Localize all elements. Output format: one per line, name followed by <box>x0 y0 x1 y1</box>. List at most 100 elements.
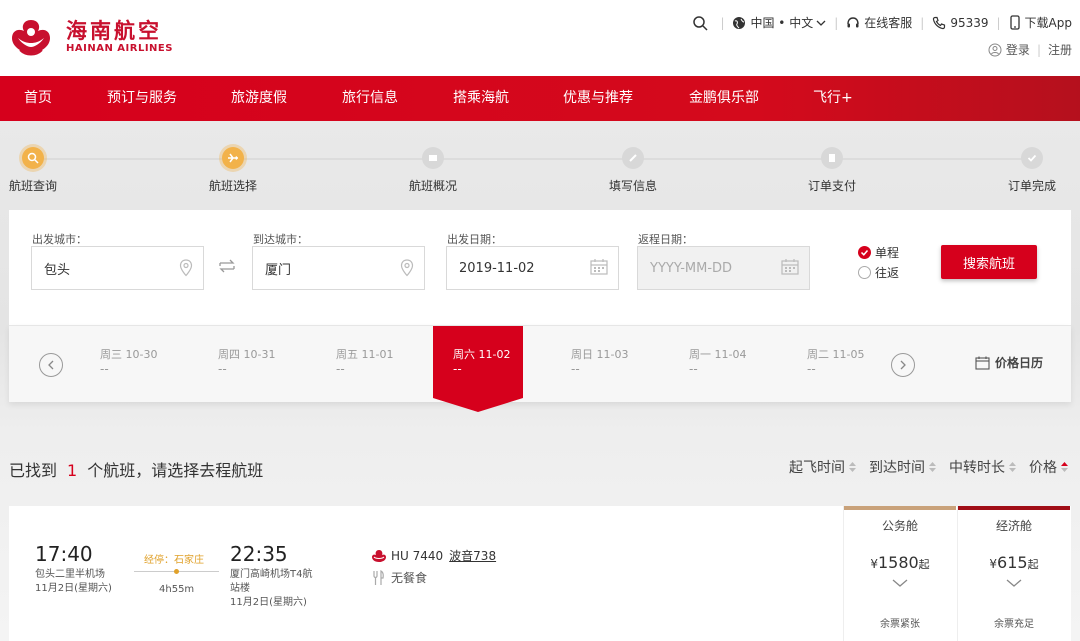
receipt-icon <box>829 154 835 162</box>
to-city-field[interactable]: 厦门 <box>252 246 425 290</box>
fare-economy[interactable]: 经济舱 ¥615起 余票充足 <box>957 506 1070 641</box>
chevron-left-icon <box>48 360 54 370</box>
nav-item-home[interactable]: 首页 <box>24 76 52 121</box>
round-trip-radio[interactable]: 往返 <box>858 264 899 281</box>
date-option[interactable]: 周日 11-03 -- <box>571 326 661 403</box>
chevron-right-icon <box>900 360 906 370</box>
chevron-down-icon[interactable] <box>1006 578 1022 588</box>
location-pin-icon <box>179 259 193 277</box>
date-option[interactable]: 周四 10-31 -- <box>218 326 308 403</box>
departure-time: 17:40 <box>35 542 93 566</box>
step-label: 订单支付 <box>807 179 856 193</box>
swap-cities-icon[interactable] <box>217 257 237 275</box>
phone-link[interactable]: 95339 <box>932 16 989 30</box>
sort-by-price[interactable]: 价格 <box>1029 457 1069 477</box>
sort-label: 中转时长 <box>949 460 1005 476</box>
phone-icon <box>933 16 946 29</box>
top-utility-bar: | 中国 • 中文 | 在线客服 | 95339 | 下载App <box>684 14 1072 31</box>
download-app-label: 下载App <box>1024 16 1072 30</box>
results-count: 1 <box>67 461 78 480</box>
aircraft-type-link[interactable]: 波音738 <box>449 547 496 564</box>
airline-logo-icon <box>372 549 386 562</box>
online-service-link[interactable]: 在线客服 <box>846 14 912 31</box>
nav-item-fly-hainan[interactable]: 搭乘海航 <box>453 76 509 121</box>
location-pin-icon <box>400 259 414 277</box>
region-selector[interactable]: 中国 • 中文 <box>732 14 826 31</box>
return-date-field[interactable]: YYYY-MM-DD <box>637 246 810 290</box>
one-way-radio[interactable]: 单程 <box>858 244 899 261</box>
step-indicator <box>622 147 644 169</box>
date-label: 周日 11-03 <box>571 348 629 361</box>
date-price: -- <box>807 362 816 376</box>
sort-by-transfer-time[interactable]: 中转时长 <box>949 457 1017 477</box>
depart-date-value: 2019-11-02 <box>459 260 535 276</box>
logo-text-en: HAINAN AIRLINES <box>66 43 173 54</box>
region-label: 中国 • 中文 <box>750 16 814 30</box>
currency-symbol: ¥ <box>870 557 878 571</box>
date-option[interactable]: 周五 11-01 -- <box>336 326 426 403</box>
selected-date-tab <box>433 326 523 412</box>
nav-item-offers[interactable]: 优惠与推荐 <box>563 76 633 121</box>
sort-arrows-icon <box>929 462 936 472</box>
fare-business[interactable]: 公务舱 ¥1580起 余票紧张 <box>843 506 956 641</box>
date-option[interactable]: 周二 11-05 -- <box>807 326 897 403</box>
login-link[interactable]: 登录 <box>1006 41 1030 58</box>
sort-label: 起飞时间 <box>789 460 845 476</box>
search-icon <box>27 152 39 164</box>
online-service-label: 在线客服 <box>864 16 913 30</box>
step-order-complete: 订单完成 <box>992 147 1072 194</box>
plane-icon <box>228 153 238 163</box>
date-price: -- <box>100 362 109 376</box>
depart-date-label: 出发日期： <box>447 233 502 246</box>
sort-by-arrival[interactable]: 到达时间 <box>869 457 937 477</box>
step-label: 航班概况 <box>408 179 457 193</box>
logo[interactable]: 海南航空 HAINAN AIRLINES <box>8 16 173 58</box>
fare-color-bar <box>958 506 1070 510</box>
next-dates-button[interactable] <box>891 353 915 377</box>
divider: | <box>920 15 925 30</box>
to-city-label: 到达城市： <box>253 233 308 246</box>
nav-item-travel-info[interactable]: 旅行信息 <box>342 76 398 121</box>
date-option[interactable]: 周三 10-30 -- <box>100 326 190 403</box>
sort-arrows-icon <box>849 462 856 472</box>
pencil-icon <box>629 154 637 162</box>
main-nav: 首页 预订与服务 旅游度假 旅行信息 搭乘海航 优惠与推荐 金鹏俱乐部 飞行+ <box>0 76 1080 121</box>
stopover-label: 经停：石家庄 <box>144 555 204 566</box>
date-label: 周四 10-31 <box>218 348 276 361</box>
arrival-date: 11月2日(星期六) <box>230 597 307 608</box>
fare-amount: 615 <box>997 553 1028 572</box>
step-order-payment: 订单支付 <box>792 147 872 194</box>
fare-class: 经济舱 <box>995 519 1032 533</box>
radio-unchecked-icon <box>858 266 871 279</box>
step-indicator <box>821 147 843 169</box>
nav-item-booking-services[interactable]: 预订与服务 <box>107 76 177 121</box>
fare-price: ¥1580起 <box>844 553 956 572</box>
flight-result-card[interactable]: 17:40 包头二里半机场 11月2日(星期六) 经停：石家庄 4h55m 22… <box>9 506 1071 641</box>
flight-search-form: 出发城市： 包头 到达城市： 厦门 出发日期： 2019-11-02 返程日期：… <box>9 210 1071 325</box>
nav-item-holidays[interactable]: 旅游度假 <box>231 76 287 121</box>
search-icon[interactable] <box>692 15 712 31</box>
date-label: 周二 11-05 <box>807 348 865 361</box>
return-date-placeholder: YYYY-MM-DD <box>650 260 733 276</box>
sort-label: 到达时间 <box>869 460 925 476</box>
from-suffix: 起 <box>918 558 930 571</box>
date-option[interactable]: 周一 11-04 -- <box>689 326 779 403</box>
progress-line <box>34 158 1034 160</box>
prev-dates-button[interactable] <box>39 353 63 377</box>
download-app-link[interactable]: 下载App <box>1009 14 1072 31</box>
divider: | <box>996 15 1001 30</box>
date-option-selected[interactable]: 周六 11-02 -- <box>433 326 523 412</box>
date-price: -- <box>218 362 227 376</box>
arrival-airport: 厦门高崎机场T4航 <box>230 569 313 580</box>
chevron-down-icon[interactable] <box>892 578 908 588</box>
search-flights-button[interactable]: 搜索航班 <box>941 245 1037 279</box>
nav-item-fortune-wings-club[interactable]: 金鹏俱乐部 <box>689 76 759 121</box>
register-link[interactable]: 注册 <box>1048 41 1072 58</box>
step-label: 航班选择 <box>208 179 257 193</box>
from-city-field[interactable]: 包头 <box>31 246 204 290</box>
nav-item-fly-plus[interactable]: 飞行+ <box>813 76 853 121</box>
flight-number: HU 7440 <box>391 548 444 563</box>
depart-date-field[interactable]: 2019-11-02 <box>446 246 619 290</box>
price-calendar-button[interactable]: 价格日历 <box>975 354 1043 371</box>
sort-by-departure[interactable]: 起飞时间 <box>789 457 857 477</box>
